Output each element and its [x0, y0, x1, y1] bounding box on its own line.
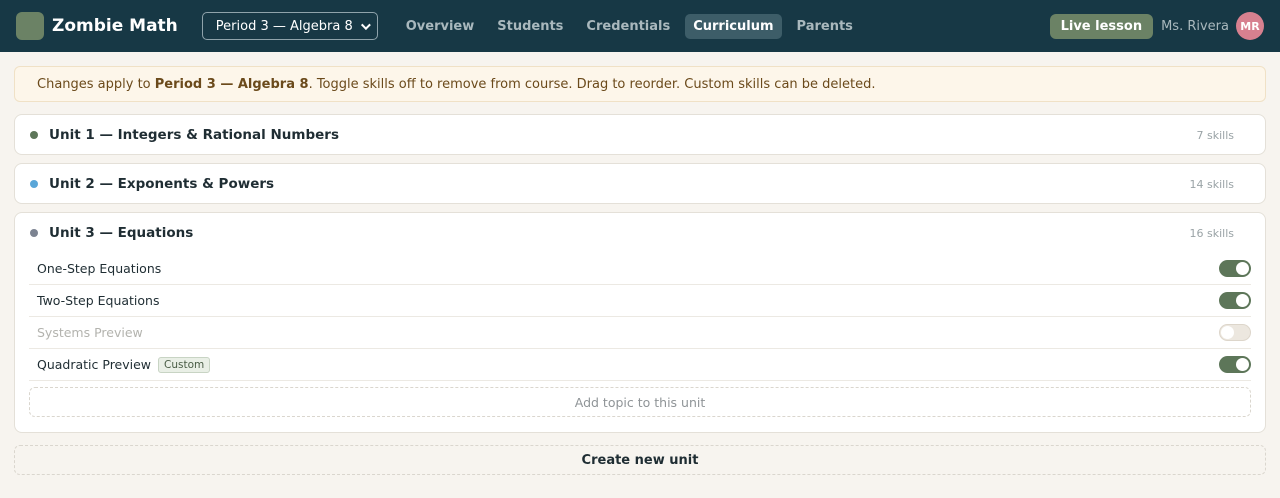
unit-header[interactable]: Unit 2 — Exponents & Powers 14 skills — [15, 164, 1265, 204]
unit-header[interactable]: Unit 1 — Integers & Rational Numbers 7 s… — [15, 115, 1265, 155]
unit-card-2[interactable]: Unit 2 — Exponents & Powers 14 skills — [14, 163, 1266, 204]
create-unit-button[interactable]: Create new unit — [14, 445, 1266, 475]
unit-card-3: Unit 3 — Equations 16 skills One-Step Eq… — [14, 212, 1266, 433]
topic-toggle[interactable] — [1219, 324, 1251, 341]
notice-course: Period 3 — Algebra 8 — [154, 76, 309, 92]
topic-toggle[interactable] — [1219, 356, 1251, 373]
topic-label: Two-Step Equations — [37, 293, 160, 308]
unit-card-1[interactable]: Unit 1 — Integers & Rational Numbers 7 s… — [14, 114, 1266, 155]
topic-label: Systems Preview — [37, 325, 143, 340]
topic-row[interactable]: Quadratic Preview Custom — [29, 349, 1251, 381]
period-select-value: Period 3 — Algebra 8 — [215, 18, 353, 34]
topic-toggle[interactable] — [1219, 292, 1251, 309]
unit-color-dot — [30, 229, 38, 237]
unit-title: Unit 1 — Integers & Rational Numbers — [49, 127, 339, 143]
notice-banner: Changes apply to Period 3 — Algebra 8. T… — [14, 66, 1266, 102]
app-logo — [16, 12, 44, 40]
teacher-name: Ms. Rivera — [1161, 18, 1229, 34]
notice-suffix: . Toggle skills off to remove from cours… — [308, 76, 876, 92]
topic-label: One-Step Equations — [37, 261, 162, 276]
custom-badge: Custom — [158, 356, 211, 373]
topic-row[interactable]: Systems Preview — [29, 317, 1251, 349]
nav-overview[interactable]: Overview — [398, 14, 483, 39]
nav-curriculum[interactable]: Curriculum — [685, 13, 782, 39]
unit-title: Unit 3 — Equations — [49, 225, 194, 241]
chevron-down-icon — [360, 19, 371, 30]
top-bar: Zombie Math Period 3 — Algebra 8 Overvie… — [0, 0, 1280, 52]
avatar[interactable]: MR — [1236, 12, 1264, 40]
unit-skill-count: 7 skills — [1196, 128, 1235, 142]
nav-parents[interactable]: Parents — [789, 14, 861, 39]
unit-color-dot — [30, 131, 38, 139]
unit-title: Unit 2 — Exponents & Powers — [49, 176, 275, 192]
topic-row[interactable]: One-Step Equations — [29, 253, 1251, 285]
unit-header[interactable]: Unit 3 — Equations 16 skills — [15, 213, 1265, 253]
unit-color-dot — [30, 180, 38, 188]
topic-label: Quadratic Preview — [37, 357, 152, 372]
nav-credentials[interactable]: Credentials — [578, 14, 678, 39]
topic-row[interactable]: Two-Step Equations — [29, 285, 1251, 317]
add-topic-button[interactable]: Add topic to this unit — [29, 387, 1251, 417]
nav-students[interactable]: Students — [489, 14, 571, 39]
notice-prefix: Changes apply to — [37, 76, 151, 92]
unit-skill-count: 16 skills — [1189, 226, 1235, 240]
unit-skill-count: 14 skills — [1189, 177, 1235, 191]
main-nav: Overview Students Credentials Curriculum… — [398, 13, 868, 39]
app-name: Zombie Math — [52, 16, 178, 36]
period-select[interactable]: Period 3 — Algebra 8 — [201, 12, 378, 40]
topic-toggle[interactable] — [1219, 260, 1251, 277]
live-lesson-button[interactable]: Live lesson — [1049, 13, 1154, 39]
